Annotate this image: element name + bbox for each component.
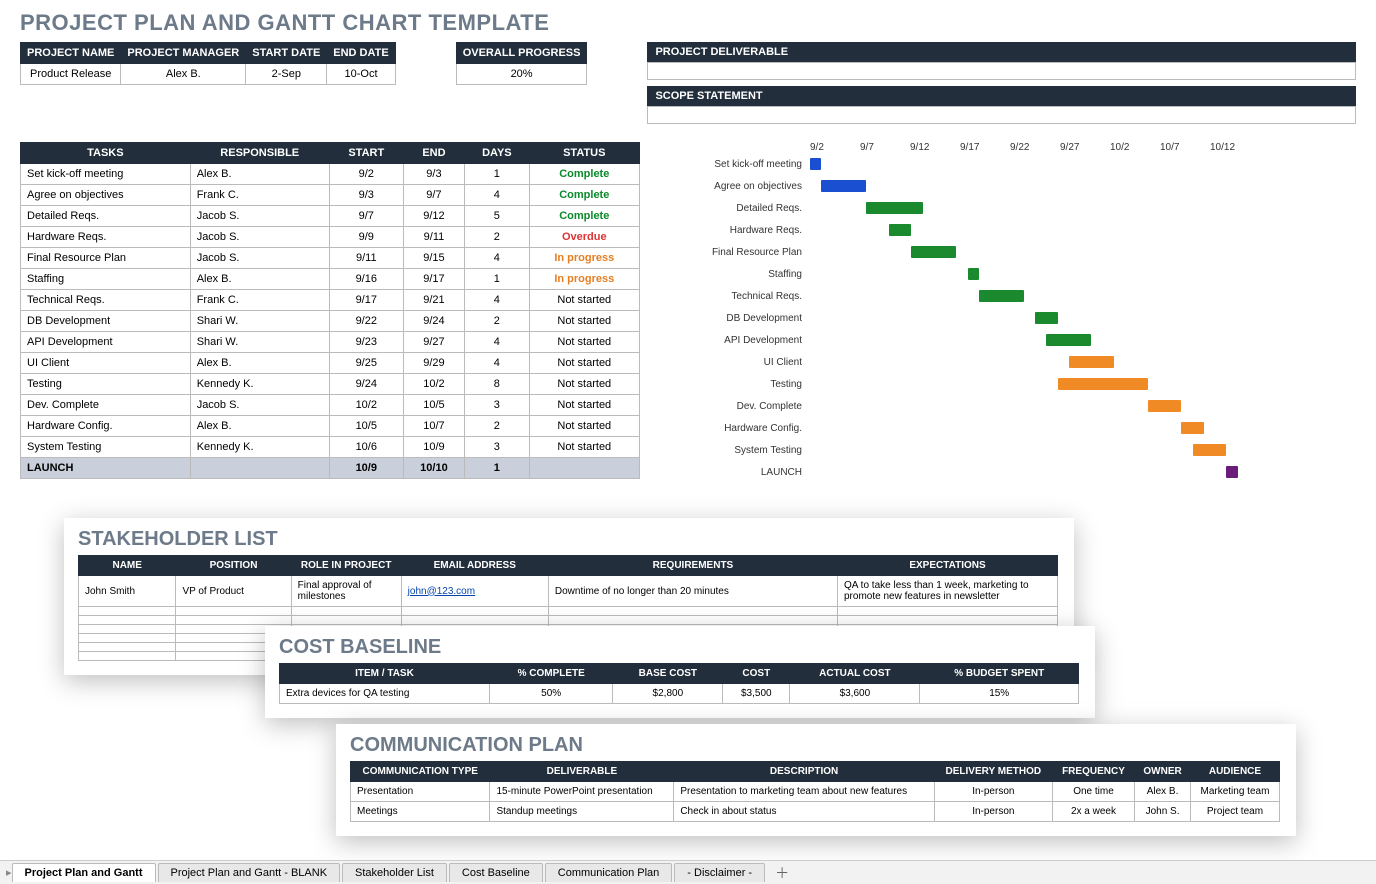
page-title: PROJECT PLAN AND GANTT CHART TEMPLATE — [20, 10, 1356, 36]
progress-header: OVERALL PROGRESS — [456, 43, 587, 64]
stake-req: Downtime of no longer than 20 minutes — [548, 576, 837, 607]
deliverable-header: PROJECT DELIVERABLE — [647, 42, 1356, 62]
task-row[interactable]: Agree on objectivesFrank C.9/39/74Comple… — [21, 185, 640, 206]
comm-title: COMMUNICATION PLAN — [336, 724, 1296, 761]
gantt-bar[interactable] — [1058, 378, 1148, 390]
project-info-table: PROJECT NAMEPROJECT MANAGERSTART DATEEND… — [20, 42, 396, 85]
progress-table: OVERALL PROGRESS 20% — [456, 42, 588, 85]
gantt-row: Technical Reqs. — [700, 285, 1260, 307]
gantt-bar[interactable] — [1181, 422, 1204, 434]
stake-name: John Smith — [79, 576, 176, 607]
sheet-tab[interactable]: Project Plan and Gantt — [12, 863, 156, 882]
gantt-row: Staffing — [700, 263, 1260, 285]
gantt-bar[interactable] — [1069, 356, 1114, 368]
gantt-bar[interactable] — [1193, 444, 1227, 456]
gantt-row: LAUNCH — [700, 461, 1260, 483]
comm-row[interactable]: MeetingsStandup meetingsCheck in about s… — [351, 802, 1280, 822]
task-row[interactable]: Set kick-off meetingAlex B.9/29/31Comple… — [21, 164, 640, 185]
gantt-bar[interactable] — [889, 224, 912, 236]
task-row[interactable]: API DevelopmentShari W.9/239/274Not star… — [21, 332, 640, 353]
gantt-row: Testing — [700, 373, 1260, 395]
gantt-bar[interactable] — [1226, 466, 1237, 478]
sheet-tab[interactable]: Stakeholder List — [342, 863, 447, 882]
task-row[interactable]: TestingKennedy K.9/2410/28Not started — [21, 374, 640, 395]
sheet-tab[interactable]: - Disclaimer - — [674, 863, 765, 882]
task-row[interactable]: Detailed Reqs.Jacob S.9/79/125Complete — [21, 206, 640, 227]
comm-panel: COMMUNICATION PLAN COMMUNICATION TYPEDEL… — [336, 724, 1296, 836]
scope-body[interactable] — [647, 106, 1356, 124]
gantt-row: API Development — [700, 329, 1260, 351]
progress-value: 20% — [456, 64, 587, 85]
task-row[interactable]: Final Resource PlanJacob S.9/119/154In p… — [21, 248, 640, 269]
launch-row[interactable]: LAUNCH10/910/101 — [21, 458, 640, 479]
gantt-row: UI Client — [700, 351, 1260, 373]
stake-email[interactable]: john@123.com — [401, 576, 548, 607]
task-row[interactable]: Dev. CompleteJacob S.10/210/53Not starte… — [21, 395, 640, 416]
task-row[interactable]: DB DevelopmentShari W.9/229/242Not start… — [21, 311, 640, 332]
task-row[interactable]: System TestingKennedy K.10/610/93Not sta… — [21, 437, 640, 458]
gantt-row: Agree on objectives — [700, 175, 1260, 197]
task-row[interactable]: Hardware Reqs.Jacob S.9/99/112Overdue — [21, 227, 640, 248]
gantt-bar[interactable] — [866, 202, 922, 214]
task-row[interactable]: UI ClientAlex B.9/259/294Not started — [21, 353, 640, 374]
cost-panel: COST BASELINE ITEM / TASK% COMPLETEBASE … — [265, 626, 1095, 718]
gantt-row: Final Resource Plan — [700, 241, 1260, 263]
stake-role: Final approval of milestones — [291, 576, 401, 607]
stakeholder-title: STAKEHOLDER LIST — [64, 518, 1074, 555]
sheet-tabs: ▸ Project Plan and GanttProject Plan and… — [0, 860, 1376, 884]
gantt-bar[interactable] — [911, 246, 956, 258]
gantt-bar[interactable] — [821, 180, 866, 192]
gantt-row: Detailed Reqs. — [700, 197, 1260, 219]
gantt-bar[interactable] — [810, 158, 821, 170]
task-row[interactable]: Hardware Config.Alex B.10/510/72Not star… — [21, 416, 640, 437]
gantt-row: Hardware Reqs. — [700, 219, 1260, 241]
task-row[interactable]: StaffingAlex B.9/169/171In progress — [21, 269, 640, 290]
stake-exp: QA to take less than 1 week, marketing t… — [838, 576, 1058, 607]
gantt-bar[interactable] — [968, 268, 979, 280]
sheet-tab[interactable]: Cost Baseline — [449, 863, 543, 882]
gantt-bar[interactable] — [1046, 334, 1091, 346]
stake-pos: VP of Product — [176, 576, 291, 607]
gantt-bar[interactable] — [979, 290, 1024, 302]
sheet-tab[interactable]: Project Plan and Gantt - BLANK — [158, 863, 341, 882]
task-table: TASKSRESPONSIBLESTARTENDDAYSSTATUS Set k… — [20, 142, 640, 479]
gantt-bar[interactable] — [1035, 312, 1058, 324]
cost-title: COST BASELINE — [265, 626, 1095, 663]
deliverable-body[interactable] — [647, 62, 1356, 80]
tab-add-button[interactable]: ＋ — [767, 863, 797, 883]
gantt-row: System Testing — [700, 439, 1260, 461]
comm-row[interactable]: Presentation15-minute PowerPoint present… — [351, 782, 1280, 802]
gantt-bar[interactable] — [1148, 400, 1182, 412]
gantt-row: Set kick-off meeting — [700, 153, 1260, 175]
gantt-row: Hardware Config. — [700, 417, 1260, 439]
scope-header: SCOPE STATEMENT — [647, 86, 1356, 106]
task-row[interactable]: Technical Reqs.Frank C.9/179/214Not star… — [21, 290, 640, 311]
gantt-row: DB Development — [700, 307, 1260, 329]
sheet-tab[interactable]: Communication Plan — [545, 863, 673, 882]
gantt-row: Dev. Complete — [700, 395, 1260, 417]
gantt-chart: 9/29/79/129/179/229/2710/210/710/12 Set … — [700, 142, 1260, 483]
